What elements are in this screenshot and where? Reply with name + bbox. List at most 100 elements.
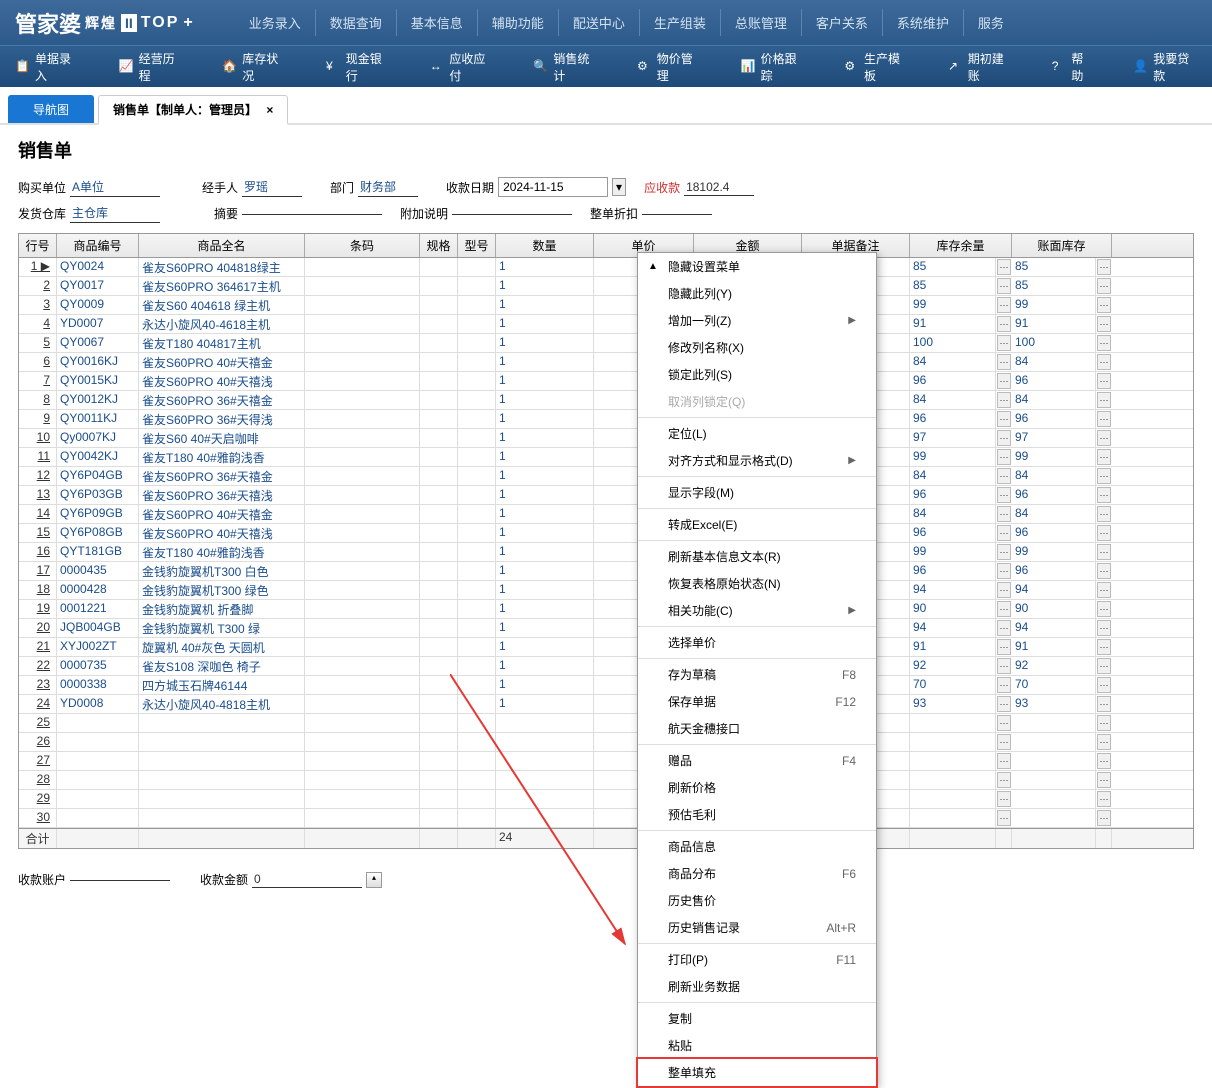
cell-barcode[interactable] bbox=[305, 562, 420, 580]
stock2-picker-icon[interactable]: ⋯ bbox=[1097, 316, 1111, 332]
cell-spec[interactable] bbox=[420, 543, 458, 561]
stock2-picker-icon[interactable]: ⋯ bbox=[1097, 563, 1111, 579]
cell-spec[interactable] bbox=[420, 562, 458, 580]
stock1-picker-icon[interactable]: ⋯ bbox=[997, 506, 1011, 522]
cell-model[interactable] bbox=[458, 467, 496, 485]
cell-qty[interactable]: 1 bbox=[496, 372, 594, 390]
cell-barcode[interactable] bbox=[305, 543, 420, 561]
cell-barcode[interactable] bbox=[305, 714, 420, 732]
cell-qty[interactable]: 1 bbox=[496, 410, 594, 428]
cell-qty[interactable] bbox=[496, 809, 594, 827]
cell-barcode[interactable] bbox=[305, 657, 420, 675]
cell-spec[interactable] bbox=[420, 467, 458, 485]
cell-model[interactable] bbox=[458, 752, 496, 770]
cell-code[interactable] bbox=[57, 733, 139, 751]
cell-code[interactable]: 0000338 bbox=[57, 676, 139, 694]
cell-barcode[interactable] bbox=[305, 638, 420, 656]
table-row[interactable]: 5QY0067雀友T180 404817主机1100⋯100⋯ bbox=[19, 334, 1193, 353]
table-row[interactable]: 230000338四方城玉石牌46144170⋯70⋯ bbox=[19, 676, 1193, 695]
stock1-picker-icon[interactable]: ⋯ bbox=[997, 715, 1011, 731]
cell-code[interactable]: 0000735 bbox=[57, 657, 139, 675]
ctx-历史销售记录[interactable]: 历史销售记录Alt+R bbox=[638, 914, 876, 941]
stock1-picker-icon[interactable]: ⋯ bbox=[997, 373, 1011, 389]
col-model[interactable]: 型号 bbox=[458, 234, 496, 257]
stock1-picker-icon[interactable]: ⋯ bbox=[997, 430, 1011, 446]
cell-spec[interactable] bbox=[420, 486, 458, 504]
cell-name[interactable]: 雀友S60 404618 绿主机 bbox=[139, 296, 305, 314]
cell-barcode[interactable] bbox=[305, 505, 420, 523]
cell-name[interactable]: 四方城玉石牌46144 bbox=[139, 676, 305, 694]
stock1-picker-icon[interactable]: ⋯ bbox=[997, 677, 1011, 693]
col-name[interactable]: 商品全名 bbox=[139, 234, 305, 257]
cell-name[interactable]: 金钱豹旋翼机T300 绿色 bbox=[139, 581, 305, 599]
col-stock1[interactable]: 库存余量 bbox=[910, 234, 1012, 257]
cell-qty[interactable]: 1 bbox=[496, 334, 594, 352]
stock1-picker-icon[interactable]: ⋯ bbox=[997, 354, 1011, 370]
cell-qty[interactable]: 1 bbox=[496, 467, 594, 485]
cell-spec[interactable] bbox=[420, 581, 458, 599]
cell-model[interactable] bbox=[458, 619, 496, 637]
menu-配送中心[interactable]: 配送中心 bbox=[559, 9, 640, 36]
ctx-粘贴[interactable]: 粘贴 bbox=[638, 1032, 876, 1059]
stock1-picker-icon[interactable]: ⋯ bbox=[997, 487, 1011, 503]
stock2-picker-icon[interactable]: ⋯ bbox=[1097, 601, 1111, 617]
cell-barcode[interactable] bbox=[305, 695, 420, 713]
menu-业务录入[interactable]: 业务录入 bbox=[235, 9, 316, 36]
cell-qty[interactable] bbox=[496, 771, 594, 789]
stock1-picker-icon[interactable]: ⋯ bbox=[997, 772, 1011, 788]
tool-现金银行[interactable]: ¥现金银行 bbox=[326, 50, 390, 84]
col-barcode[interactable]: 条码 bbox=[305, 234, 420, 257]
table-row[interactable]: 16QYT181GB雀友T180 40#雅韵浅香199⋯99⋯ bbox=[19, 543, 1193, 562]
stock1-picker-icon[interactable]: ⋯ bbox=[997, 297, 1011, 313]
cell-barcode[interactable] bbox=[305, 790, 420, 808]
date-dropdown-icon[interactable]: ▾ bbox=[612, 178, 626, 196]
stock1-picker-icon[interactable]: ⋯ bbox=[997, 335, 1011, 351]
stock1-picker-icon[interactable]: ⋯ bbox=[997, 753, 1011, 769]
cell-name[interactable]: 雀友S60PRO 36#天禧浅 bbox=[139, 486, 305, 504]
cell-spec[interactable] bbox=[420, 638, 458, 656]
stock1-picker-icon[interactable]: ⋯ bbox=[997, 468, 1011, 484]
ctx-历史售价[interactable]: 历史售价 bbox=[638, 887, 876, 914]
cell-model[interactable] bbox=[458, 562, 496, 580]
cell-name[interactable] bbox=[139, 733, 305, 751]
table-row[interactable]: 9QY0011KJ雀友S60PRO 36#天得浅196⋯96⋯ bbox=[19, 410, 1193, 429]
cell-code[interactable]: QY0011KJ bbox=[57, 410, 139, 428]
cell-spec[interactable] bbox=[420, 277, 458, 295]
cell-name[interactable]: 雀友T180 40#雅韵浅香 bbox=[139, 448, 305, 466]
ctx-刷新价格[interactable]: 刷新价格 bbox=[638, 774, 876, 801]
stock2-picker-icon[interactable]: ⋯ bbox=[1097, 506, 1111, 522]
ctx-定位(L)[interactable]: 定位(L) bbox=[638, 420, 876, 447]
ctx-航天金穗接口[interactable]: 航天金穗接口 bbox=[638, 715, 876, 742]
cell-barcode[interactable] bbox=[305, 277, 420, 295]
amount-spinner[interactable]: ▴ bbox=[366, 872, 382, 888]
cell-code[interactable]: QY0015KJ bbox=[57, 372, 139, 390]
menu-数据查询[interactable]: 数据查询 bbox=[316, 9, 397, 36]
cell-name[interactable] bbox=[139, 752, 305, 770]
ctx-增加一列(Z)[interactable]: 增加一列(Z)▶ bbox=[638, 307, 876, 334]
cell-qty[interactable]: 1 bbox=[496, 448, 594, 466]
ctx-隐藏设置菜单[interactable]: 隐藏设置菜单 bbox=[638, 253, 876, 280]
cell-code[interactable]: YD0007 bbox=[57, 315, 139, 333]
cell-model[interactable] bbox=[458, 334, 496, 352]
cell-barcode[interactable] bbox=[305, 809, 420, 827]
cell-qty[interactable]: 1 bbox=[496, 391, 594, 409]
cell-barcode[interactable] bbox=[305, 353, 420, 371]
stock1-picker-icon[interactable]: ⋯ bbox=[997, 316, 1011, 332]
ctx-选择单价[interactable]: 选择单价 bbox=[638, 629, 876, 656]
table-row[interactable]: 190001221金钱豹旋翼机 折叠脚190⋯90⋯ bbox=[19, 600, 1193, 619]
stock2-picker-icon[interactable]: ⋯ bbox=[1097, 373, 1111, 389]
cell-code[interactable]: QY0017 bbox=[57, 277, 139, 295]
tool-单据录入[interactable]: 📋单据录入 bbox=[15, 50, 79, 84]
summary-field[interactable] bbox=[242, 212, 382, 215]
cell-barcode[interactable] bbox=[305, 391, 420, 409]
cell-qty[interactable]: 1 bbox=[496, 619, 594, 637]
cell-spec[interactable] bbox=[420, 771, 458, 789]
table-row[interactable]: 6QY0016KJ雀友S60PRO 40#天禧金184⋯84⋯ bbox=[19, 353, 1193, 372]
cell-barcode[interactable] bbox=[305, 429, 420, 447]
cell-code[interactable] bbox=[57, 714, 139, 732]
cell-qty[interactable]: 1 bbox=[496, 429, 594, 447]
ctx-复制[interactable]: 复制 bbox=[638, 1005, 876, 1032]
cell-spec[interactable] bbox=[420, 315, 458, 333]
tool-库存状况[interactable]: 🏠库存状况 bbox=[222, 50, 286, 84]
additional-field[interactable] bbox=[452, 212, 572, 215]
